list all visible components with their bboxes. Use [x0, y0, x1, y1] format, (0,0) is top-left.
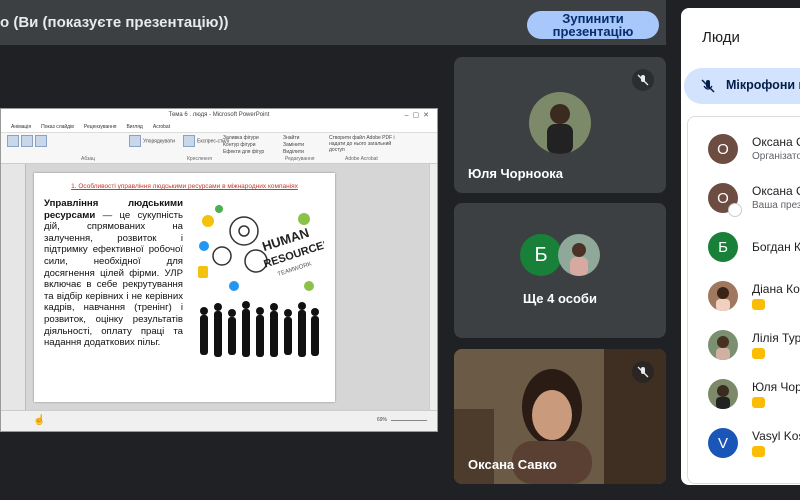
- ppt-menu-animation[interactable]: Анімація: [11, 122, 31, 132]
- hand-raised-badge-icon: [752, 348, 765, 359]
- mute-all-chip[interactable]: Мікрофони вс: [684, 68, 800, 104]
- participant-avatar-photo: [529, 92, 591, 154]
- group-label-acrobat: Adobe Acrobat: [345, 156, 378, 162]
- styles-icon: [183, 135, 195, 147]
- avatar: [708, 281, 738, 311]
- hand-raised-badge-icon: [752, 397, 765, 408]
- avatar: [558, 234, 600, 276]
- stop-presenting-button[interactable]: Зупинити презентацію: [527, 11, 659, 39]
- replace-item[interactable]: Замінити: [283, 142, 304, 149]
- people-panel-title: Люди: [702, 29, 740, 46]
- more-participants-label: Ще 4 особи: [523, 291, 597, 306]
- participant-name: Оксана Савко: [468, 457, 557, 472]
- participant-role: Організато: [752, 151, 800, 162]
- participant-name: Юля Чорноока: [468, 166, 564, 181]
- lock-icon: [198, 266, 208, 278]
- gear-icon: [229, 216, 259, 246]
- arrange-label: Упорядкувати: [143, 138, 175, 145]
- ppt-menu-review[interactable]: Рецензування: [84, 122, 117, 132]
- participant-name: Оксана С: [752, 135, 800, 149]
- list-item[interactable]: О Оксана С Організато: [708, 132, 800, 168]
- hand-raised-badge-icon: [752, 299, 765, 310]
- shape-outline-item[interactable]: Контур фігури: [223, 142, 264, 149]
- list-item[interactable]: Лілія Тур: [708, 328, 800, 364]
- avatar: V: [708, 428, 738, 458]
- shape-fill-item[interactable]: Заливка фігури: [223, 135, 264, 142]
- human-resources-illustration: HUMAN RESOURCES TEAMWORK: [198, 205, 324, 357]
- hand-cursor-icon: ☝: [33, 415, 46, 426]
- group-label-editing: Редагування: [285, 156, 315, 162]
- hr-text-sign: HUMAN RESOURCES TEAMWORK: [260, 225, 324, 278]
- zoom-level[interactable]: 69%: [377, 417, 387, 423]
- hand-raised-badge-icon: [752, 446, 765, 457]
- shape-format-tools: Заливка фігури Контур фігури Ефекти для …: [223, 135, 264, 156]
- arrange-icon: [129, 135, 141, 147]
- list-icon[interactable]: [21, 135, 33, 147]
- presentation-status-title: о (Ви (показуєте презентацію)): [0, 14, 229, 31]
- ppt-ribbon: Упорядкувати Експрес-стилі Заливка фігур…: [1, 133, 437, 164]
- people-silhouettes: [200, 301, 319, 357]
- slide-heading: 1. Особливості управління людськими ресу…: [71, 183, 298, 190]
- slide-body-text: Управління людськими ресурсами — це суку…: [44, 198, 183, 349]
- avatar: Б: [708, 232, 738, 262]
- arrange-tool[interactable]: Упорядкувати: [129, 135, 175, 147]
- editing-tools: Знайти Замінити Виділити: [283, 135, 304, 156]
- gear-icon: [212, 246, 232, 266]
- group-label-drawing: Креслення: [187, 156, 212, 162]
- current-slide[interactable]: 1. Особливості управління людськими ресу…: [34, 173, 335, 402]
- participant-name: Оксана С: [752, 184, 800, 198]
- mic-off-icon: [632, 69, 654, 91]
- participant-name: Лілія Тур: [752, 331, 800, 345]
- mute-all-label: Мікрофони вс: [726, 78, 800, 92]
- list-item[interactable]: О Оксана С Ваша през: [708, 181, 800, 217]
- participant-name: Богдан К: [752, 240, 800, 254]
- paragraph-tools[interactable]: [7, 135, 49, 147]
- ppt-menu-acrobat[interactable]: Acrobat: [153, 122, 170, 132]
- window-controls-icon[interactable]: –▢✕: [405, 109, 433, 122]
- mic-off-icon: [632, 361, 654, 383]
- list-item[interactable]: Діана Кор: [708, 279, 800, 315]
- more-participants-tile[interactable]: Б Ще 4 особи: [454, 203, 666, 338]
- ppt-statusbar: ☝ 69%: [1, 410, 437, 431]
- mic-off-icon: [701, 79, 715, 93]
- indent-icon[interactable]: [35, 135, 47, 147]
- ppt-titlebar: Тема 6 . людя - Microsoft PowerPoint –▢✕: [1, 109, 437, 122]
- avatar: [708, 379, 738, 409]
- globe-icon: [298, 213, 310, 225]
- slides-pane[interactable]: [1, 164, 26, 410]
- people-panel: Люди Мікрофони вс О Оксана С Організато …: [681, 8, 800, 485]
- presentation-bar: о (Ви (показуєте презентацію)) Зупинити …: [0, 0, 666, 45]
- participant-role: Ваша през: [752, 200, 800, 211]
- align-icon[interactable]: [7, 135, 19, 147]
- ppt-window-title: Тема 6 . людя - Microsoft PowerPoint: [168, 112, 270, 118]
- avatar: Б: [520, 234, 562, 276]
- vertical-scrollbar[interactable]: [429, 164, 437, 410]
- create-pdf-tool[interactable]: Створити файл Adobe PDF і надати до ньог…: [329, 135, 401, 153]
- create-pdf-label: Створити файл Adobe PDF і надати до ньог…: [329, 135, 395, 153]
- participant-name: Vasyl Kos: [752, 429, 800, 443]
- find-item[interactable]: Знайти: [283, 135, 304, 142]
- participant-name: Юля Чор: [752, 380, 800, 394]
- avatar: [708, 330, 738, 360]
- list-item[interactable]: Юля Чор: [708, 377, 800, 413]
- avatar: О: [708, 134, 738, 164]
- participant-name: Діана Кор: [752, 282, 800, 296]
- lightbulb-icon: [202, 215, 214, 227]
- presenting-pin-icon: [728, 203, 742, 217]
- shared-powerpoint-window: Тема 6 . людя - Microsoft PowerPoint –▢✕…: [0, 108, 438, 432]
- list-item[interactable]: Б Богдан К: [708, 230, 800, 266]
- participant-tile-oksana[interactable]: Оксана Савко: [454, 349, 666, 484]
- participant-tile-yulia[interactable]: Юля Чорноока: [454, 57, 666, 193]
- ppt-menubar: Анімація Показ слайдів Рецензування Вигл…: [1, 122, 437, 133]
- ppt-menu-slideshow[interactable]: Показ слайдів: [41, 122, 74, 132]
- list-item[interactable]: V Vasyl Kos: [708, 426, 800, 462]
- zoom-slider[interactable]: [391, 420, 427, 421]
- group-label-paragraph: Абзац: [81, 156, 96, 162]
- ppt-menu-view[interactable]: Вигляд: [126, 122, 142, 132]
- shape-effects-item[interactable]: Ефекти для фігур: [223, 149, 264, 156]
- select-item[interactable]: Виділити: [283, 149, 304, 156]
- participants-list[interactable]: О Оксана С Організато О Оксана С Ваша пр…: [687, 116, 800, 484]
- slide-body: — це сукупність дій, спрямованих на залу…: [44, 209, 183, 349]
